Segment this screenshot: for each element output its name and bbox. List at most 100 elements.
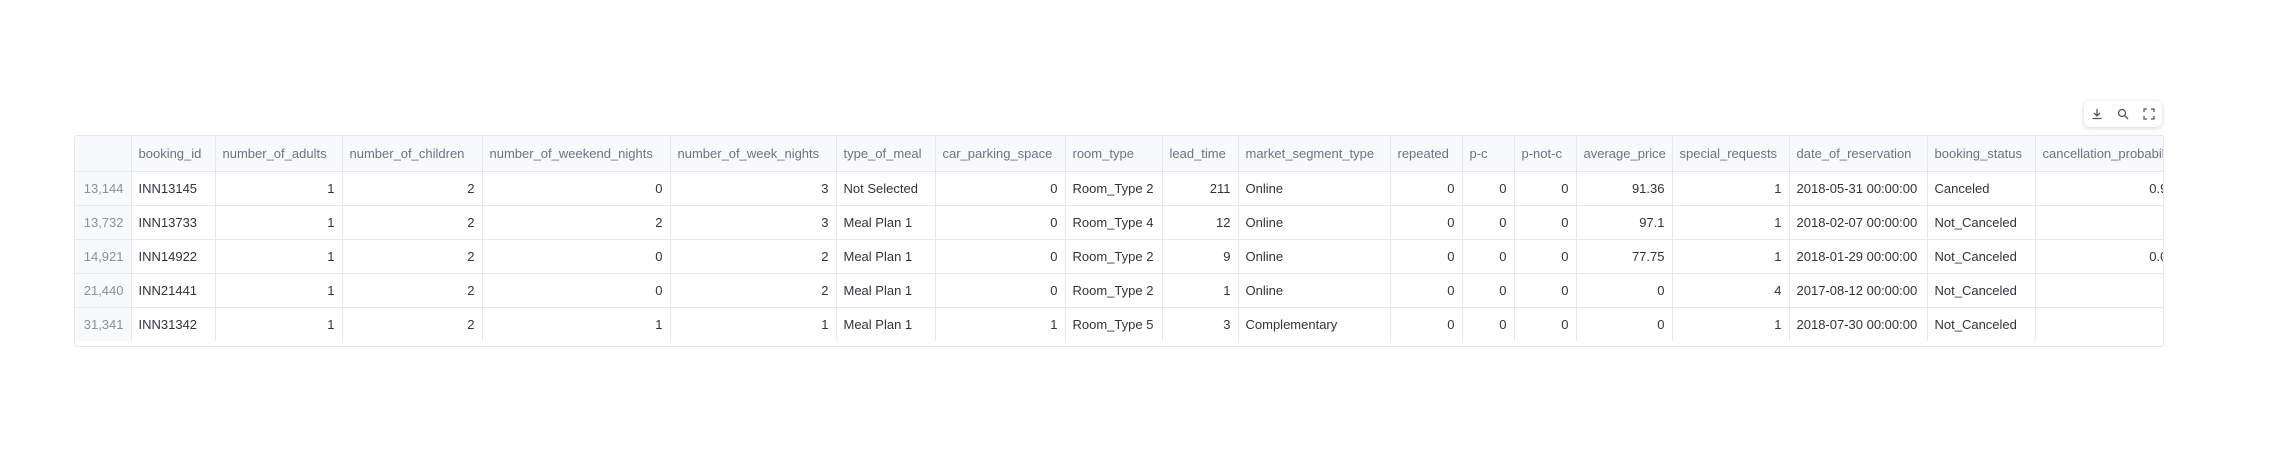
table-cell[interactable]: 1 <box>1672 171 1790 206</box>
table-cell[interactable]: 12 <box>1162 205 1239 240</box>
data-table[interactable]: booking_id number_of_adults number_of_ch… <box>74 135 2164 347</box>
table-cell[interactable]: 2018-01-29 00:00:00 <box>1789 239 1928 274</box>
table-cell[interactable]: 0 <box>935 239 1066 274</box>
table-cell[interactable]: 1 <box>1672 205 1790 240</box>
table-cell[interactable]: 0 <box>935 205 1066 240</box>
table-cell[interactable]: Online <box>1238 273 1391 308</box>
table-cell[interactable]: 0 <box>1462 171 1515 206</box>
table-cell[interactable]: 4 <box>1672 273 1790 308</box>
table-cell[interactable]: 0 <box>1390 307 1463 341</box>
table-cell[interactable]: Room_Type 2 <box>1065 171 1163 206</box>
table-cell[interactable]: Canceled <box>1927 171 2036 206</box>
table-cell[interactable]: 0 <box>1514 239 1577 274</box>
column-header-market-segment-type[interactable]: market_segment_type <box>1238 136 1391 172</box>
table-cell[interactable]: Meal Plan 1 <box>836 307 936 341</box>
table-cell[interactable]: INN14922 <box>131 239 216 274</box>
table-cell[interactable]: INN21441 <box>131 273 216 308</box>
table-cell[interactable]: 77.75 <box>1576 239 1673 274</box>
table-cell[interactable]: Not_Canceled <box>1927 239 2036 274</box>
table-cell[interactable]: 0 <box>1462 307 1515 341</box>
table-cell[interactable]: 0 <box>935 171 1066 206</box>
table-cell[interactable]: 211 <box>1162 171 1239 206</box>
column-header-lead-time[interactable]: lead_time <box>1162 136 1239 172</box>
table-cell[interactable]: Meal Plan 1 <box>836 273 936 308</box>
column-header-room-type[interactable]: room_type <box>1065 136 1163 172</box>
column-header-car-parking-space[interactable]: car_parking_space <box>935 136 1066 172</box>
table-cell[interactable]: 0 <box>935 273 1066 308</box>
table-cell[interactable]: 0 <box>2035 205 2163 240</box>
table-cell[interactable]: 2 <box>342 205 483 240</box>
column-header-repeated[interactable]: repeated <box>1390 136 1463 172</box>
table-cell[interactable]: 0 <box>1462 273 1515 308</box>
table-cell[interactable]: 1 <box>215 171 343 206</box>
table-cell[interactable]: 1 <box>215 239 343 274</box>
table-cell[interactable]: 91.36 <box>1576 171 1673 206</box>
column-header-p-c[interactable]: p-c <box>1462 136 1515 172</box>
table-cell[interactable]: 0 <box>2035 273 2163 308</box>
table-cell[interactable]: 2 <box>342 273 483 308</box>
table-cell[interactable]: 0 <box>1514 205 1577 240</box>
table-cell[interactable]: 1 <box>1672 239 1790 274</box>
table-cell[interactable]: 1 <box>482 307 671 341</box>
table-cell[interactable]: 3 <box>670 205 837 240</box>
column-header-number-of-adults[interactable]: number_of_adults <box>215 136 343 172</box>
column-header-date-of-reservation[interactable]: date_of_reservation <box>1789 136 1928 172</box>
table-cell[interactable]: 1 <box>215 205 343 240</box>
table-cell[interactable]: 0 <box>1390 205 1463 240</box>
table-cell[interactable]: 2 <box>342 239 483 274</box>
table-cell[interactable]: Room_Type 4 <box>1065 205 1163 240</box>
table-cell[interactable]: INN13145 <box>131 171 216 206</box>
table-cell[interactable]: 0 <box>482 273 671 308</box>
table-cell[interactable]: 9 <box>1162 239 1239 274</box>
table-cell[interactable]: Complementary <box>1238 307 1391 341</box>
table-cell[interactable]: 0 <box>1576 307 1673 341</box>
column-header-type-of-meal[interactable]: type_of_meal <box>836 136 936 172</box>
search-button[interactable] <box>2112 103 2134 125</box>
table-cell[interactable]: 3 <box>1162 307 1239 341</box>
table-cell[interactable]: Not_Canceled <box>1927 205 2036 240</box>
table-cell[interactable]: 2018-05-31 00:00:00 <box>1789 171 1928 206</box>
table-cell[interactable]: 1 <box>215 307 343 341</box>
column-header-number-of-children[interactable]: number_of_children <box>342 136 483 172</box>
table-cell[interactable]: 0 <box>1390 239 1463 274</box>
table-cell[interactable]: 1 <box>935 307 1066 341</box>
table-cell[interactable]: 0 <box>1514 273 1577 308</box>
table-cell[interactable]: Meal Plan 1 <box>836 239 936 274</box>
column-header-booking-status[interactable]: booking_status <box>1927 136 2036 172</box>
table-cell[interactable]: 2018-02-07 00:00:00 <box>1789 205 1928 240</box>
column-header-p-not-c[interactable]: p-not-c <box>1514 136 1577 172</box>
table-cell[interactable]: Room_Type 2 <box>1065 273 1163 308</box>
table-cell[interactable]: Not_Canceled <box>1927 307 2036 341</box>
table-cell[interactable]: 0.0273 <box>2035 239 2163 274</box>
table-cell[interactable]: 0 <box>482 239 671 274</box>
table-cell[interactable]: 1 <box>670 307 837 341</box>
table-cell[interactable]: INN13733 <box>131 205 216 240</box>
column-header-special-requests[interactable]: special_requests <box>1672 136 1790 172</box>
table-cell[interactable]: Online <box>1238 205 1391 240</box>
table-cell[interactable]: Room_Type 2 <box>1065 239 1163 274</box>
table-cell[interactable]: 1 <box>215 273 343 308</box>
table-cell[interactable]: 1 <box>1672 307 1790 341</box>
table-cell[interactable]: 0 <box>482 171 671 206</box>
table-cell[interactable]: 0 <box>1514 307 1577 341</box>
table-cell[interactable]: Not_Canceled <box>1927 273 2036 308</box>
column-header-cancellation-probability[interactable]: cancellation_probability <box>2035 136 2163 172</box>
table-cell[interactable]: 0 <box>1462 239 1515 274</box>
table-cell[interactable]: Room_Type 5 <box>1065 307 1163 341</box>
table-cell[interactable]: 0.9734 <box>2035 171 2163 206</box>
table-cell[interactable]: Online <box>1238 239 1391 274</box>
column-header-index[interactable] <box>75 136 132 172</box>
table-cell[interactable]: 0 <box>1462 205 1515 240</box>
table-cell[interactable]: Online <box>1238 171 1391 206</box>
table-cell[interactable]: 2 <box>342 171 483 206</box>
row-index-cell[interactable]: 31,341 <box>75 307 132 341</box>
column-header-booking-id[interactable]: booking_id <box>131 136 216 172</box>
table-cell[interactable]: INN31342 <box>131 307 216 341</box>
table-cell[interactable]: Meal Plan 1 <box>836 205 936 240</box>
table-cell[interactable]: 3 <box>670 171 837 206</box>
table-cell[interactable]: 2 <box>670 273 837 308</box>
row-index-cell[interactable]: 14,921 <box>75 239 132 274</box>
row-index-cell[interactable]: 13,144 <box>75 171 132 206</box>
row-index-cell[interactable]: 21,440 <box>75 273 132 308</box>
download-button[interactable] <box>2086 103 2108 125</box>
